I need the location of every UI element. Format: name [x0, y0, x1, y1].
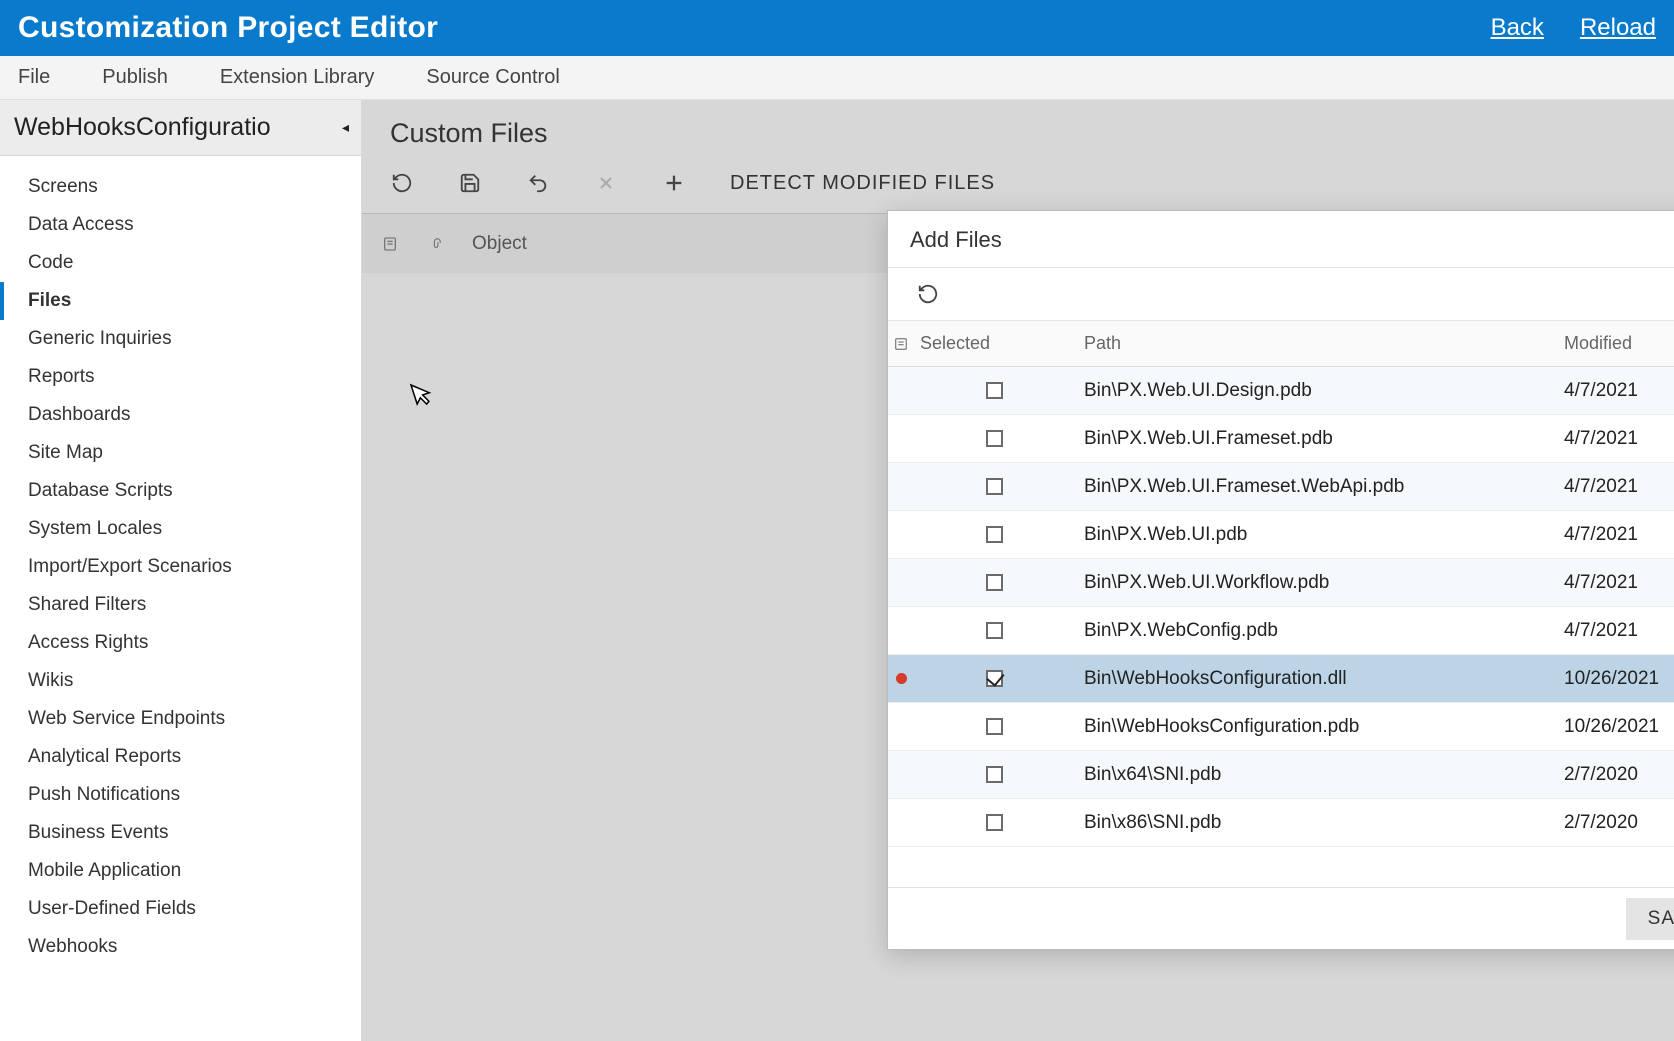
sidebar-item-mobile-application[interactable]: Mobile Application — [0, 852, 361, 890]
grid-body[interactable]: ▴ ▾ Bin\PX.Web.UI.Design.pdb4/7/20217529… — [888, 367, 1674, 887]
row-path: Bin\WebHooksConfiguration.dll — [1074, 668, 1564, 690]
row-path: Bin\x86\SNI.pdb — [1074, 812, 1564, 834]
save-button[interactable]: SAVE — [1626, 898, 1674, 940]
row-marker — [888, 673, 914, 684]
row-modified: 10/26/2021 — [1564, 716, 1674, 738]
row-path: Bin\PX.Web.UI.pdb — [1074, 524, 1564, 546]
sidebar-item-wikis[interactable]: Wikis — [0, 662, 361, 700]
row-modified: 4/7/2021 — [1564, 572, 1674, 594]
row-modified: 4/7/2021 — [1564, 620, 1674, 642]
row-checkbox[interactable] — [986, 526, 1003, 543]
col-modified[interactable]: Modified — [1564, 333, 1674, 354]
sidebar-item-database-scripts[interactable]: Database Scripts — [0, 472, 361, 510]
file-row[interactable]: Bin\WebHooksConfiguration.dll10/26/20217… — [888, 655, 1674, 703]
row-path: Bin\PX.Web.UI.Frameset.pdb — [1074, 428, 1564, 450]
row-checkbox[interactable] — [986, 814, 1003, 831]
sidebar-item-user-defined-fields[interactable]: User-Defined Fields — [0, 890, 361, 928]
file-row[interactable]: Bin\PX.Web.UI.Design.pdb4/7/202175292 — [888, 367, 1674, 415]
project-name-text: WebHooksConfiguratio — [14, 113, 271, 142]
row-modified: 4/7/2021 — [1564, 428, 1674, 450]
dialog-refresh-icon[interactable] — [916, 282, 940, 306]
row-settings-icon[interactable] — [888, 336, 914, 352]
menubar: File Publish Extension Library Source Contr… — [0, 56, 1674, 100]
menu-file[interactable]: File — [18, 66, 50, 89]
file-row[interactable]: Bin\x64\SNI.pdb2/7/2020592896 — [888, 751, 1674, 799]
row-path: Bin\WebHooksConfiguration.pdb — [1074, 716, 1564, 738]
sidebar-item-import-export-scenarios[interactable]: Import/Export Scenarios — [0, 548, 361, 586]
file-row[interactable]: Bin\PX.Web.UI.Frameset.WebApi.pdb4/7/202… — [888, 463, 1674, 511]
row-checkbox[interactable] — [986, 574, 1003, 591]
sidebar: WebHooksConfiguratio ◂ ScreensData Acces… — [0, 100, 362, 1041]
row-modified: 2/7/2020 — [1564, 764, 1674, 786]
modified-dot-icon — [896, 673, 907, 684]
dialog-backdrop: Add Files Selected Path Modified — [362, 100, 1674, 1041]
row-checkbox[interactable] — [986, 766, 1003, 783]
row-checkbox[interactable] — [986, 478, 1003, 495]
sidebar-item-push-notifications[interactable]: Push Notifications — [0, 776, 361, 814]
row-modified: 4/7/2021 — [1564, 524, 1674, 546]
sidebar-item-web-service-endpoints[interactable]: Web Service Endpoints — [0, 700, 361, 738]
menu-source-control[interactable]: Source Control — [426, 66, 559, 89]
file-row[interactable]: Bin\PX.Web.UI.pdb4/7/2021896780 — [888, 511, 1674, 559]
grid-header: Selected Path Modified Size — [888, 321, 1674, 367]
sidebar-item-reports[interactable]: Reports — [0, 358, 361, 396]
menu-publish[interactable]: Publish — [102, 66, 168, 89]
sidebar-item-dashboards[interactable]: Dashboards — [0, 396, 361, 434]
row-path: Bin\PX.Web.UI.Design.pdb — [1074, 380, 1564, 402]
row-path: Bin\PX.WebConfig.pdb — [1074, 620, 1564, 642]
row-modified: 4/7/2021 — [1564, 476, 1674, 498]
row-checkbox[interactable] — [986, 430, 1003, 447]
row-checkbox[interactable] — [986, 718, 1003, 735]
row-modified: 2/7/2020 — [1564, 812, 1674, 834]
sidebar-item-business-events[interactable]: Business Events — [0, 814, 361, 852]
app-header: Customization Project Editor Back Reload — [0, 0, 1674, 56]
row-checkbox[interactable] — [986, 622, 1003, 639]
sidebar-item-data-access[interactable]: Data Access — [0, 206, 361, 244]
add-files-dialog: Add Files Selected Path Modified — [887, 210, 1674, 950]
row-path: Bin\x64\SNI.pdb — [1074, 764, 1564, 786]
project-name[interactable]: WebHooksConfiguratio ◂ — [0, 100, 361, 156]
col-path[interactable]: Path — [1074, 333, 1564, 354]
file-row[interactable]: Bin\PX.WebConfig.pdb4/7/2021169472 — [888, 607, 1674, 655]
sidebar-item-analytical-reports[interactable]: Analytical Reports — [0, 738, 361, 776]
file-row[interactable]: Bin\PX.Web.UI.Workflow.pdb4/7/202122816 — [888, 559, 1674, 607]
sidebar-item-screens[interactable]: Screens — [0, 168, 361, 206]
file-row[interactable]: Bin\WebHooksConfiguration.pdb10/26/20211… — [888, 703, 1674, 751]
sidebar-item-files[interactable]: Files — [0, 282, 361, 320]
col-selected[interactable]: Selected — [914, 333, 1074, 354]
file-row[interactable]: Bin\PX.Web.UI.Frameset.pdb4/7/202188908 — [888, 415, 1674, 463]
row-modified: 10/26/2021 — [1564, 668, 1674, 690]
sidebar-item-system-locales[interactable]: System Locales — [0, 510, 361, 548]
dialog-title: Add Files — [910, 227, 1002, 253]
collapse-caret-icon[interactable]: ◂ — [342, 119, 349, 136]
row-checkbox[interactable] — [986, 670, 1003, 687]
back-link[interactable]: Back — [1491, 14, 1544, 42]
sidebar-item-site-map[interactable]: Site Map — [0, 434, 361, 472]
reload-link[interactable]: Reload — [1580, 14, 1656, 42]
app-title: Customization Project Editor — [18, 11, 438, 45]
sidebar-item-access-rights[interactable]: Access Rights — [0, 624, 361, 662]
row-checkbox[interactable] — [986, 382, 1003, 399]
row-modified: 4/7/2021 — [1564, 380, 1674, 402]
row-path: Bin\PX.Web.UI.Frameset.WebApi.pdb — [1074, 476, 1564, 498]
sidebar-item-code[interactable]: Code — [0, 244, 361, 282]
sidebar-item-webhooks[interactable]: Webhooks — [0, 928, 361, 966]
row-path: Bin\PX.Web.UI.Workflow.pdb — [1074, 572, 1564, 594]
menu-extension-library[interactable]: Extension Library — [220, 66, 375, 89]
sidebar-item-generic-inquiries[interactable]: Generic Inquiries — [0, 320, 361, 358]
file-row[interactable]: Bin\x86\SNI.pdb2/7/2020691200 — [888, 799, 1674, 847]
main-panel: Custom Files DETECT MODIFIED FILES Objec… — [362, 100, 1674, 1041]
sidebar-item-shared-filters[interactable]: Shared Filters — [0, 586, 361, 624]
